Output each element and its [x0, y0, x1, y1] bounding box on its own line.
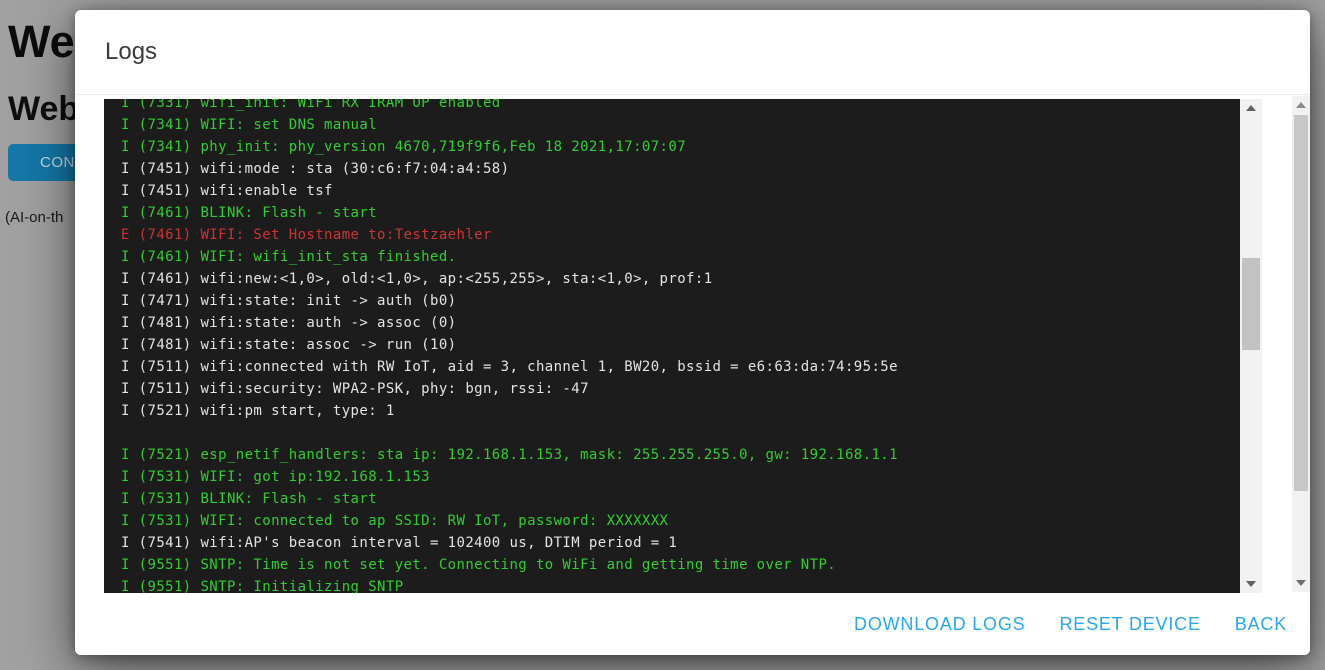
page-note: (AI-on-th	[5, 209, 75, 226]
log-line: I (7461) WIFI: wifi_init_sta finished.	[121, 246, 1232, 268]
log-line: I (7451) wifi:mode : sta (30:c6:f7:04:a4…	[121, 158, 1232, 180]
log-line: I (7481) wifi:state: assoc -> run (10)	[121, 334, 1232, 356]
log-line: I (7531) BLINK: Flash - start	[121, 488, 1232, 510]
log-line	[121, 422, 1232, 444]
log-line: I (7461) wifi:new:<1,0>, old:<1,0>, ap:<…	[121, 268, 1232, 290]
log-line: I (9551) SNTP: Time is not set yet. Conn…	[121, 554, 1232, 576]
log-line: I (7461) BLINK: Flash - start	[121, 202, 1232, 224]
modal-body-scrollbar[interactable]	[1292, 96, 1310, 592]
log-lines: I (7331) wifi_init: WiFi RX IRAM OP enab…	[121, 99, 1232, 593]
log-line: I (7531) WIFI: connected to ap SSID: RW …	[121, 510, 1232, 532]
log-line: I (7451) wifi:enable tsf	[121, 180, 1232, 202]
scroll-down-button[interactable]	[1292, 574, 1310, 592]
modal-scrollbar-thumb[interactable]	[1294, 115, 1308, 491]
log-line: I (7511) wifi:security: WPA2-PSK, phy: b…	[121, 378, 1232, 400]
log-line: I (7481) wifi:state: auth -> assoc (0)	[121, 312, 1232, 334]
download-logs-button[interactable]: DOWNLOAD LOGS	[854, 614, 1025, 635]
scroll-down-button[interactable]	[1240, 575, 1262, 593]
log-line: I (9551) SNTP: Initializing SNTP	[121, 576, 1232, 593]
log-scrollbar[interactable]	[1240, 99, 1262, 593]
log-line: I (7531) WIFI: got ip:192.168.1.153	[121, 466, 1232, 488]
page-heading: Wel	[8, 16, 76, 68]
log-line: I (7341) phy_init: phy_version 4670,719f…	[121, 136, 1232, 158]
log-line: I (7341) WIFI: set DNS manual	[121, 114, 1232, 136]
log-line: I (7511) wifi:connected with RW IoT, aid…	[121, 356, 1232, 378]
scroll-up-arrow-icon	[1296, 102, 1306, 108]
modal-header: Logs	[75, 10, 1310, 95]
modal-title: Logs	[105, 38, 157, 66]
log-line: I (7521) wifi:pm start, type: 1	[121, 400, 1232, 422]
scroll-up-arrow-icon	[1246, 105, 1256, 111]
log-console[interactable]: I (7331) wifi_init: WiFi RX IRAM OP enab…	[104, 99, 1262, 593]
log-scrollbar-thumb[interactable]	[1242, 258, 1260, 350]
log-line: I (7521) esp_netif_handlers: sta ip: 192…	[121, 444, 1232, 466]
scroll-down-arrow-icon	[1246, 581, 1256, 587]
log-line: I (7541) wifi:AP's beacon interval = 102…	[121, 532, 1232, 554]
page-subheading: Web	[8, 90, 76, 129]
log-line: I (7471) wifi:state: init -> auth (b0)	[121, 290, 1232, 312]
scroll-up-button[interactable]	[1240, 99, 1262, 117]
scroll-down-arrow-icon	[1296, 580, 1306, 586]
log-line: I (7331) wifi_init: WiFi RX IRAM OP enab…	[121, 99, 1232, 114]
log-line: E (7461) WIFI: Set Hostname to:Testzaehl…	[121, 224, 1232, 246]
back-button[interactable]: BACK	[1235, 614, 1287, 635]
scroll-up-button[interactable]	[1292, 96, 1310, 114]
logs-modal: Logs I (7331) wifi_init: WiFi RX IRAM OP…	[75, 10, 1310, 655]
modal-footer: DOWNLOAD LOGS RESET DEVICE BACK	[75, 593, 1310, 655]
reset-device-button[interactable]: RESET DEVICE	[1059, 614, 1200, 635]
